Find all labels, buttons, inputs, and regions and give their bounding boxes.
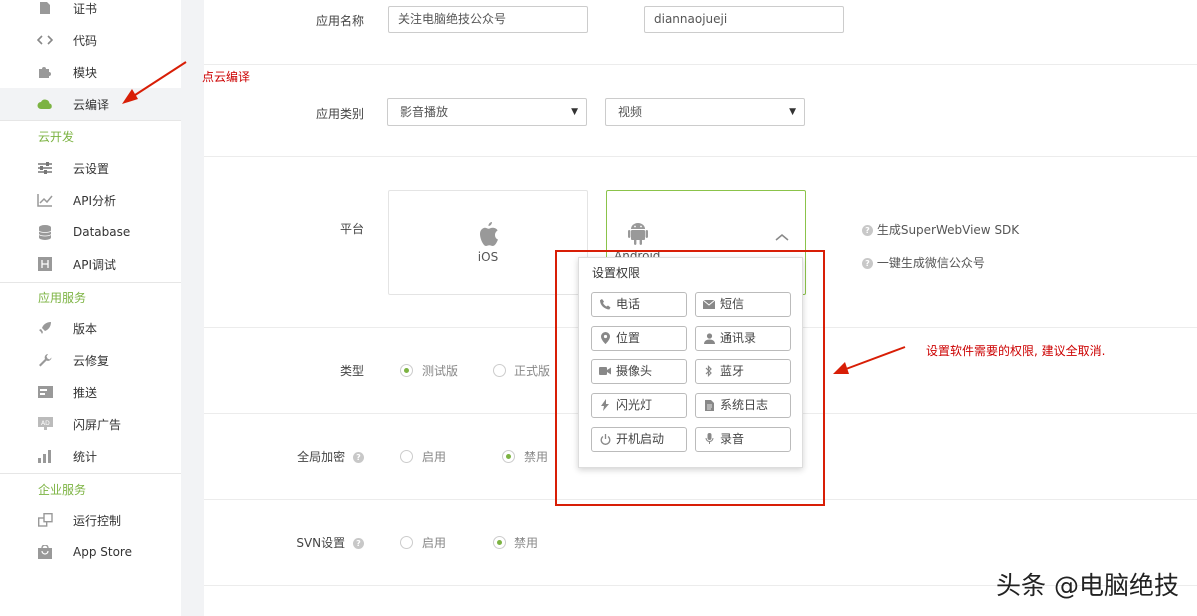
arrow-to-cloud-compile bbox=[122, 61, 187, 104]
watermark: 头条 @电脑绝技 bbox=[996, 571, 1179, 600]
arrow-to-permissions bbox=[833, 346, 906, 374]
annotation-arrows bbox=[122, 61, 906, 374]
